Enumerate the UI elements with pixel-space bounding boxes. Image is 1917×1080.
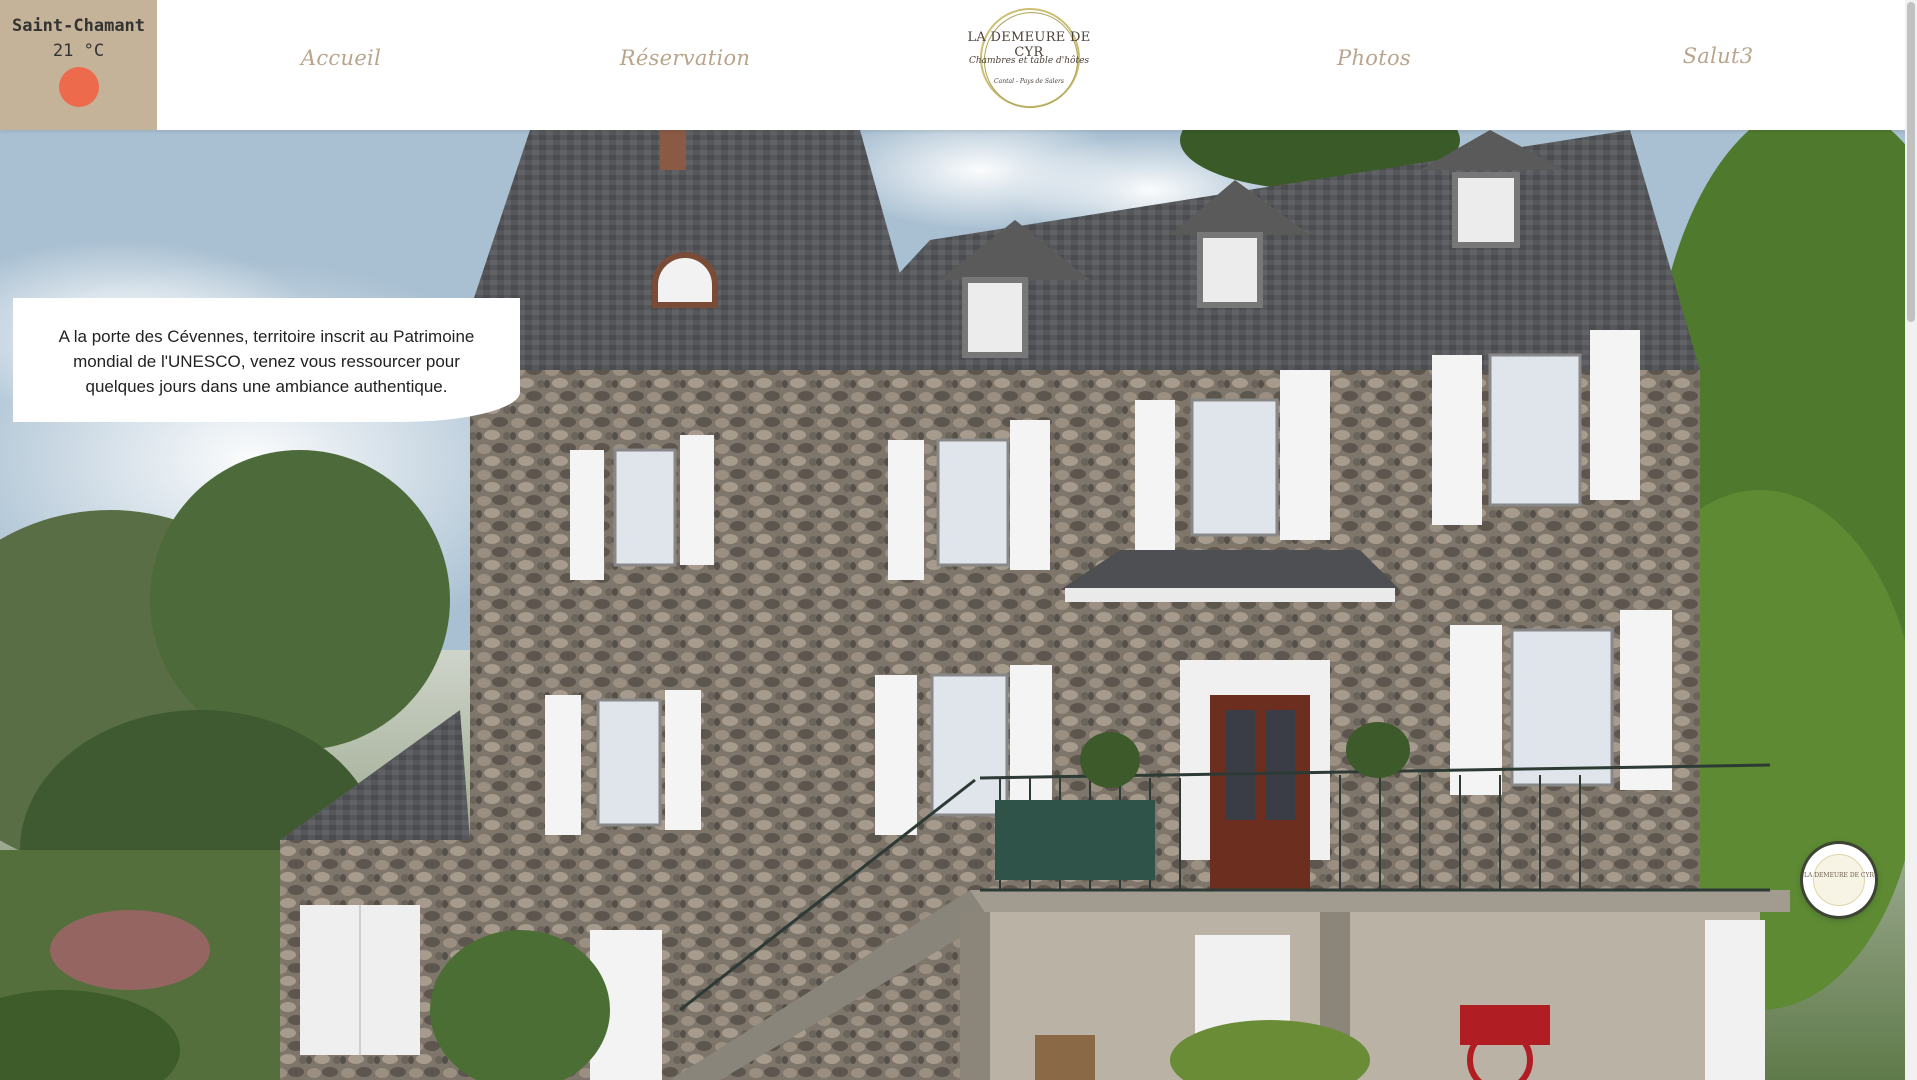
nav-accueil[interactable]: Accueil: [301, 46, 381, 70]
weather-city: Saint-Chamant: [11, 16, 146, 36]
intro-text-box: A la porte des Cévennes, territoire insc…: [13, 298, 520, 422]
intro-text: A la porte des Cévennes, territoire insc…: [58, 327, 475, 396]
weather-widget: Saint-Chamant 21 °C: [0, 0, 157, 130]
site-header: Saint-Chamant 21 °C Accueil Réservation …: [0, 0, 1905, 130]
hero-section: A la porte des Cévennes, territoire insc…: [0, 130, 1905, 1080]
nav-reservation[interactable]: Réservation: [620, 46, 751, 70]
chat-logo-label: LA DEMEURE DE CYR: [1804, 872, 1874, 879]
weather-temperature: 21 °C: [52, 41, 105, 61]
logo-place: Cantal - Pays de Salers: [994, 78, 1064, 85]
logo-subtitle: Chambres et table d'hôtes: [968, 56, 1090, 66]
page-scrollbar[interactable]: [1905, 0, 1917, 1080]
chat-logo-icon: [1813, 854, 1865, 906]
nav-salut3[interactable]: Salut3: [1683, 44, 1754, 68]
nav-photos[interactable]: Photos: [1337, 46, 1411, 70]
sun-icon: [58, 67, 99, 107]
site-logo[interactable]: LA DEMEURE DE CYR Chambres et table d'hô…: [958, 0, 1100, 121]
hero-house-photo: [0, 130, 1905, 1080]
scrollbar-thumb[interactable]: [1907, 2, 1915, 322]
chat-button[interactable]: LA DEMEURE DE CYR: [1803, 844, 1875, 916]
